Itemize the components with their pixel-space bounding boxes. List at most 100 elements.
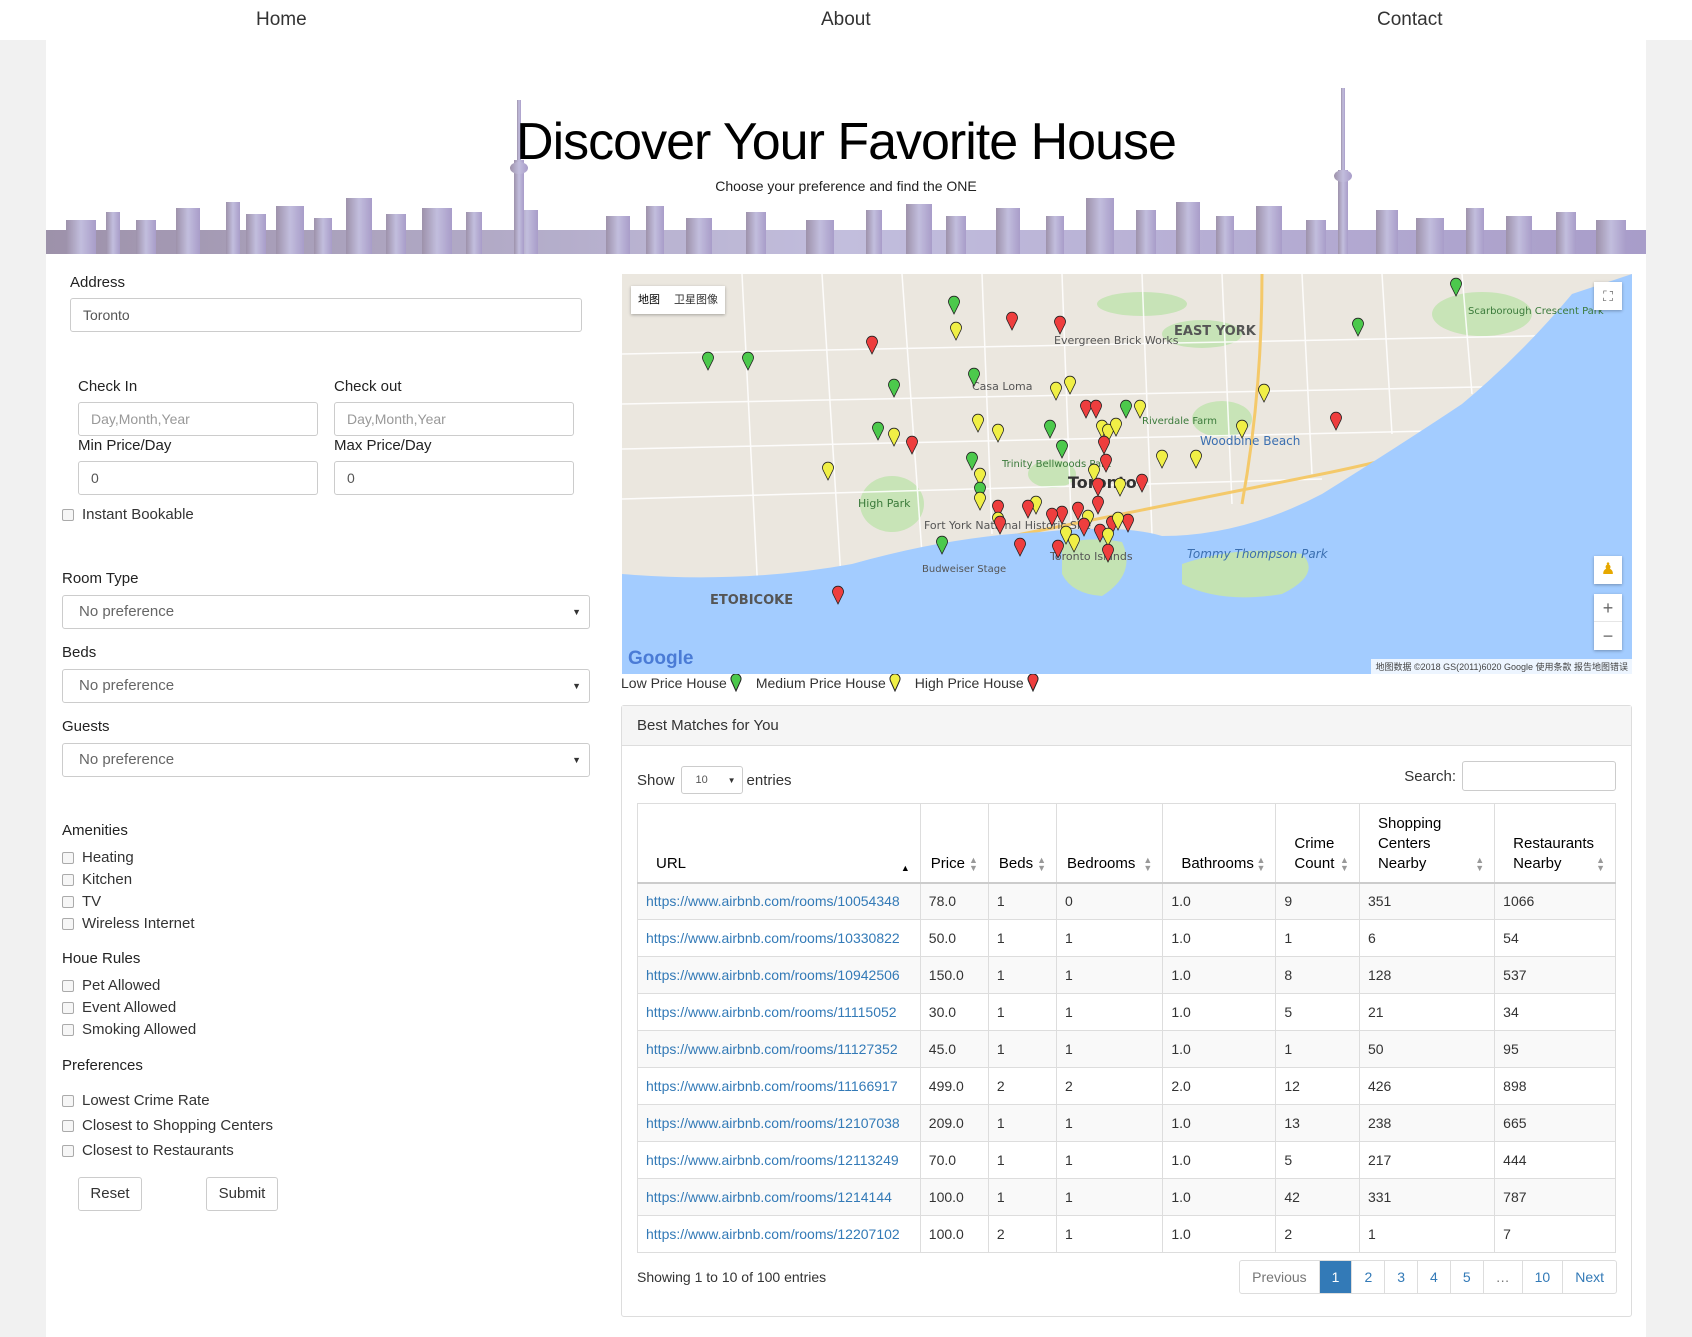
table-cell: 1.0 [1162, 1178, 1277, 1216]
map-canvas[interactable]: Toronto EAST YORK Tommy Thompson Park Wo… [622, 274, 1632, 674]
rule-event-checkbox[interactable]: Event Allowed [62, 999, 176, 1016]
fullscreen-icon[interactable]: ⛶ [1594, 282, 1622, 310]
page-subtitle: Choose your preference and find the ONE [715, 178, 977, 194]
checkbox-box[interactable] [62, 873, 74, 886]
pagination-page[interactable]: 1 [1318, 1261, 1352, 1293]
column-header-label: Restaurants Nearby [1513, 834, 1595, 872]
nav-about-link[interactable]: About [821, 9, 871, 31]
column-header-label: Crime Count [1294, 834, 1335, 872]
column-header-crime[interactable]: Crime Count ▲ ▼ [1275, 803, 1360, 884]
amenity-heating-checkbox[interactable]: Heating [62, 849, 134, 866]
tab-map[interactable]: 地图 [631, 286, 667, 314]
column-header-url[interactable]: URL ▲ [637, 803, 921, 884]
nav-contact-link[interactable]: Contact [1377, 9, 1442, 31]
pagination-page[interactable]: 5 [1449, 1261, 1483, 1293]
amenity-label: TV [82, 893, 102, 910]
column-header-shopping[interactable]: Shopping Centers Nearby ▲ ▼ [1358, 803, 1496, 884]
listing-url-link[interactable]: https://www.airbnb.com/rooms/11127352 [637, 1030, 921, 1068]
listing-url-link[interactable]: https://www.airbnb.com/rooms/10942506 [637, 956, 921, 994]
map-type-tabs[interactable]: 地图 卫星图像 [631, 286, 725, 314]
search-input[interactable] [1462, 761, 1616, 791]
amenity-kitchen-checkbox[interactable]: Kitchen [62, 871, 132, 888]
checkbox-box[interactable] [62, 508, 74, 521]
street-view-icon[interactable]: ♟ [1594, 556, 1622, 584]
checkbox-box[interactable] [62, 979, 74, 992]
rule-pet-checkbox[interactable]: Pet Allowed [62, 977, 160, 994]
table-cell: 787 [1494, 1178, 1616, 1216]
pagination-page[interactable]: 3 [1384, 1261, 1417, 1293]
column-header-bathrooms[interactable]: Bathrooms ▲ ▼ [1162, 803, 1277, 884]
column-header-restaurants[interactable]: Restaurants Nearby ▲ ▼ [1494, 803, 1616, 884]
pagination-page[interactable]: 2 [1351, 1261, 1384, 1293]
amenity-wifi-checkbox[interactable]: Wireless Internet [62, 915, 195, 932]
pref-crime-checkbox[interactable]: Lowest Crime Rate [62, 1092, 210, 1109]
results-title: Best Matches for You [622, 706, 1631, 746]
checkbox-box[interactable] [62, 895, 74, 908]
zoom-out-icon[interactable]: − [1594, 622, 1622, 650]
guests-select[interactable]: No preference ▼ [62, 743, 590, 777]
checkbox-box[interactable] [62, 1001, 74, 1014]
listing-url-link[interactable]: https://www.airbnb.com/rooms/10054348 [637, 882, 921, 920]
pagination-page[interactable]: 10 [1521, 1261, 1563, 1293]
instant-bookable-checkbox[interactable]: Instant Bookable [62, 506, 194, 523]
table-row: https://www.airbnb.com/rooms/10330822 50.… [637, 919, 1616, 957]
checkbox-box[interactable] [62, 1119, 74, 1132]
table-cell: 95 [1494, 1030, 1616, 1068]
min-price-input[interactable] [78, 461, 318, 495]
address-input[interactable] [70, 298, 582, 332]
listing-url-link[interactable]: https://www.airbnb.com/rooms/11115052 [637, 993, 921, 1031]
pref-label: Closest to Restaurants [82, 1142, 234, 1159]
table-cell: 1066 [1494, 882, 1616, 920]
results-table: URL ▲ Price ▲ ▼ Beds ▲ ▼ Bedrooms ▲ ▼ Bathrooms… [637, 803, 1616, 1253]
column-header-label: Shopping Centers Nearby [1377, 814, 1442, 872]
listing-url-link[interactable]: https://www.airbnb.com/rooms/1214144 [637, 1178, 921, 1216]
pref-restaurants-checkbox[interactable]: Closest to Restaurants [62, 1142, 234, 1159]
pref-shopping-checkbox[interactable]: Closest to Shopping Centers [62, 1117, 273, 1134]
checkin-input[interactable] [78, 402, 318, 436]
checkbox-box[interactable] [62, 1094, 74, 1107]
column-header-price[interactable]: Price ▲ ▼ [919, 803, 989, 884]
listing-url-link[interactable]: https://www.airbnb.com/rooms/12113249 [637, 1141, 921, 1179]
tab-satellite[interactable]: 卫星图像 [667, 286, 725, 314]
table-cell: 0 [1056, 882, 1164, 920]
zoom-in-icon[interactable]: + [1594, 594, 1622, 622]
checkbox-box[interactable] [62, 917, 74, 930]
rule-smoking-checkbox[interactable]: Smoking Allowed [62, 1021, 196, 1038]
submit-button[interactable]: Submit [206, 1177, 278, 1211]
legend-medium-label: Medium Price House [755, 675, 886, 691]
nav-home-link[interactable]: Home [256, 9, 307, 31]
map[interactable]: Toronto EAST YORK Tommy Thompson Park Wo… [622, 274, 1632, 674]
column-header-beds[interactable]: Beds ▲ ▼ [987, 803, 1058, 884]
checkbox-box[interactable] [62, 851, 74, 864]
column-header-label: Bathrooms [1181, 854, 1254, 872]
table-cell: 1 [987, 1141, 1058, 1179]
page-size-select[interactable]: 10 ▼ [680, 766, 743, 794]
amenity-tv-checkbox[interactable]: TV [62, 893, 101, 910]
table-cell: 1 [987, 993, 1058, 1031]
checkout-input[interactable] [334, 402, 574, 436]
table-cell: 1 [1275, 1030, 1360, 1068]
beds-label: Beds [62, 644, 97, 661]
table-body: https://www.airbnb.com/rooms/10054348 78.… [637, 882, 1616, 1253]
listing-url-link[interactable]: https://www.airbnb.com/rooms/12207102 [637, 1215, 921, 1253]
checkbox-box[interactable] [62, 1144, 74, 1157]
room-type-select[interactable]: No preference ▼ [62, 595, 590, 629]
rule-label: Event Allowed [82, 999, 177, 1016]
listing-url-link[interactable]: https://www.airbnb.com/rooms/12107038 [637, 1104, 921, 1142]
reset-button[interactable]: Reset [78, 1177, 142, 1211]
listing-url-link[interactable]: https://www.airbnb.com/rooms/10330822 [637, 919, 921, 957]
sort-icon: ▲ ▼ [1143, 854, 1153, 873]
listing-url-link[interactable]: https://www.airbnb.com/rooms/11166917 [637, 1067, 921, 1105]
pagination-previous[interactable]: Previous [1240, 1261, 1318, 1293]
page-title: Discover Your Favorite House [516, 113, 1177, 171]
map-attribution[interactable]: 地图数据 ©2018 GS(2011)6020 Google 使用条款 报告地图… [1371, 659, 1632, 674]
checkbox-box[interactable] [62, 1023, 74, 1036]
pagination-next[interactable]: Next [1562, 1261, 1616, 1293]
place-etobicoke: ETOBICOKE [710, 593, 793, 608]
beds-select[interactable]: No preference ▼ [62, 669, 590, 703]
page-size-control: Show 10 ▼ entries [637, 766, 792, 794]
column-header-bedrooms[interactable]: Bedrooms ▲ ▼ [1056, 803, 1164, 884]
pagination-page[interactable]: 4 [1417, 1261, 1450, 1293]
max-price-input[interactable] [334, 461, 574, 495]
table-cell: 2 [987, 1215, 1058, 1253]
